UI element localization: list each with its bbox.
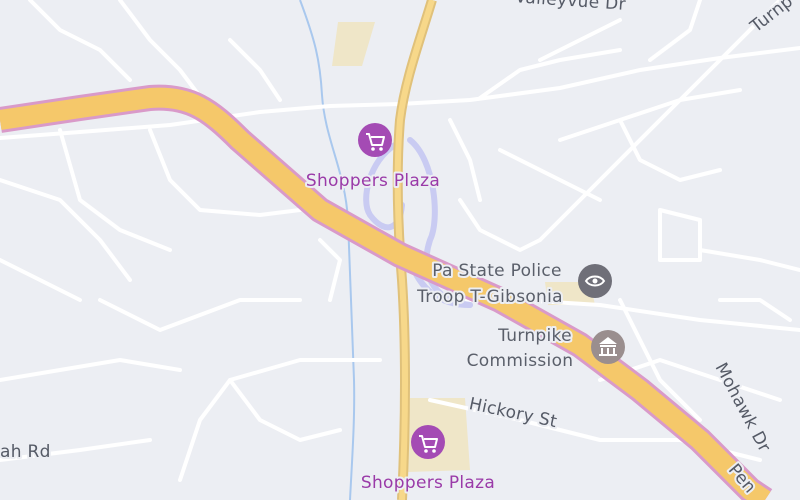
street-label-ah-rd: ah Rd — [0, 442, 51, 462]
street-label-valleyvue: Valleyvue Dr — [514, 0, 626, 15]
poi-label-shoppers-plaza-north[interactable]: Shoppers Plaza — [304, 169, 442, 193]
shopping-cart-icon[interactable] — [358, 123, 392, 157]
poi-label-state-police-line1[interactable]: Pa State Police — [430, 259, 563, 283]
street-label-hickory: Hickory St — [467, 394, 559, 432]
poi-label-state-police-line2[interactable]: Troop T-Gibsonia — [414, 285, 564, 309]
commercial-area — [332, 22, 375, 66]
street-label-turnpike-top: Turnp — [746, 0, 797, 37]
creek — [299, 0, 356, 500]
poi-label-turnpike-commission-line1[interactable]: Turnpike — [495, 324, 573, 348]
poi-label-turnpike-commission-line2[interactable]: Commission — [465, 349, 575, 373]
map-layer: Shoppers Plaza Shoppers Plaza Pa State P… — [0, 0, 800, 500]
shopping-cart-icon[interactable] — [411, 425, 445, 459]
map-canvas[interactable]: Shoppers Plaza Shoppers Plaza Pa State P… — [0, 0, 800, 500]
police-badge-icon[interactable] — [578, 264, 612, 298]
government-building-icon[interactable] — [591, 330, 625, 364]
poi-label-shoppers-plaza-south[interactable]: Shoppers Plaza — [359, 471, 497, 495]
street-label-mohawk: Mohawk Dr — [711, 360, 775, 456]
